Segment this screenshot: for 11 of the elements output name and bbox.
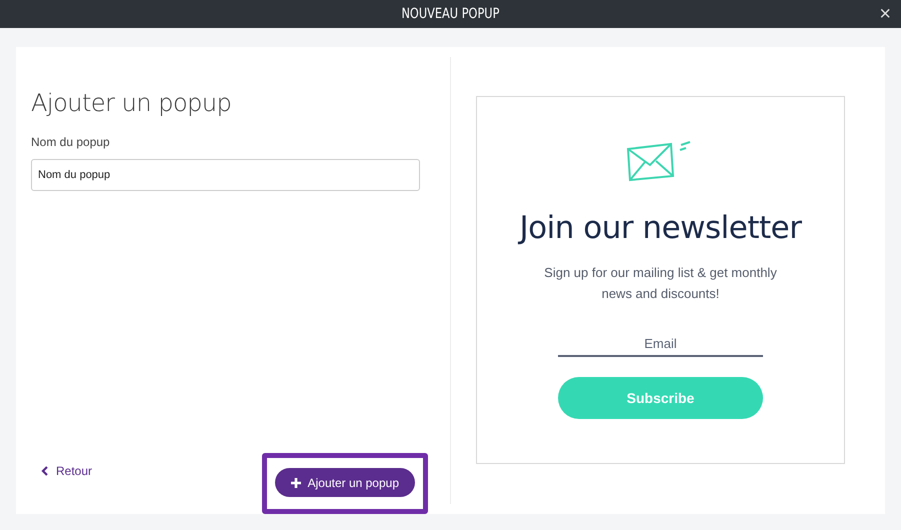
back-link[interactable]: Retour — [41, 464, 92, 478]
newsletter-text: Sign up for our mailing list & get monthly news and discounts! — [543, 264, 778, 303]
plus-icon — [290, 478, 301, 488]
window-title: NOUVEAU POPUP — [402, 6, 500, 22]
close-button[interactable]: × — [875, 2, 895, 26]
name-input-field[interactable]: Nom du popup — [31, 159, 420, 191]
form-heading: Ajouter un popup — [31, 89, 232, 117]
newsletter-title: Join our newsletter — [520, 210, 802, 246]
chevron-left-icon — [41, 466, 48, 476]
field-label: Nom du popup — [31, 135, 111, 149]
add-popup-button[interactable]: Ajouter un popup — [274, 468, 415, 497]
